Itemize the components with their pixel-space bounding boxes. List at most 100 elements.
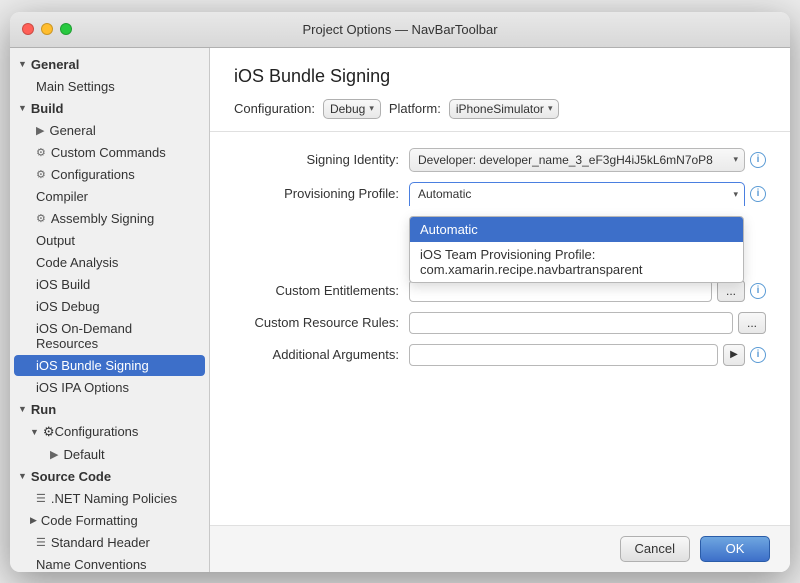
info-icon: i <box>757 154 760 165</box>
custom-resource-rules-input[interactable] <box>409 312 733 334</box>
run-configs-label: Configurations <box>55 424 139 439</box>
code-formatting-arrow: ▶ <box>30 515 37 526</box>
custom-entitlements-info-button[interactable]: i <box>750 283 766 299</box>
footer: Cancel OK <box>210 525 790 572</box>
custom-entitlements-label: Custom Entitlements: <box>234 283 409 298</box>
sidebar-item-custom-commands[interactable]: ⚙ Custom Commands <box>14 142 205 163</box>
platform-value: iPhoneSimulator <box>456 102 544 116</box>
main-panel: iOS Bundle Signing Configuration: Debug … <box>210 48 790 572</box>
run-configs-icon: ⚙ <box>43 424 55 440</box>
sidebar-run-configurations[interactable]: ▼ ⚙ Configurations <box>14 421 205 443</box>
cancel-button[interactable]: Cancel <box>620 536 690 562</box>
custom-resource-rules-row: Custom Resource Rules: ... <box>234 312 766 334</box>
ok-button[interactable]: OK <box>700 536 770 562</box>
provisioning-info-button[interactable]: i <box>750 186 766 202</box>
form-area: Signing Identity: Developer: developer_n… <box>210 132 790 525</box>
sidebar-item-main-settings[interactable]: Main Settings <box>14 76 205 97</box>
sidebar-run-default[interactable]: ▶ Default <box>14 444 205 465</box>
sidebar-item-ios-bundle-signing[interactable]: iOS Bundle Signing <box>14 355 205 376</box>
net-naming-icon: ☰ <box>36 492 46 505</box>
assembly-signing-icon: ⚙ <box>36 212 46 225</box>
sidebar-item-ios-debug[interactable]: iOS Debug <box>14 296 205 317</box>
custom-entitlements-control: ... i <box>409 280 766 302</box>
ios-debug-label: iOS Debug <box>36 299 100 314</box>
ios-on-demand-label: iOS On-Demand Resources <box>36 321 197 351</box>
minimize-button[interactable] <box>41 23 53 35</box>
output-label: Output <box>36 233 75 248</box>
custom-entitlements-browse-button[interactable]: ... <box>717 280 745 302</box>
sidebar-section-build[interactable]: ▼ Build <box>10 98 209 119</box>
additional-arguments-info-button[interactable]: i <box>750 347 766 363</box>
general-build-icon: ▶ <box>36 124 44 137</box>
main-window: Project Options — NavBarToolbar ▼ Genera… <box>10 12 790 572</box>
custom-commands-icon: ⚙ <box>36 146 46 159</box>
maximize-button[interactable] <box>60 23 72 35</box>
code-analysis-label: Code Analysis <box>36 255 118 270</box>
provisioning-profile-select[interactable]: Automatic ▾ <box>409 182 745 206</box>
sidebar-item-ios-build[interactable]: iOS Build <box>14 274 205 295</box>
additional-arguments-label: Additional Arguments: <box>234 347 409 362</box>
custom-resource-rules-browse-button[interactable]: ... <box>738 312 766 334</box>
net-naming-label: .NET Naming Policies <box>51 491 177 506</box>
sidebar-section-run[interactable]: ▼ Run <box>10 399 209 420</box>
sidebar-item-configurations[interactable]: ⚙ Configurations <box>14 164 205 185</box>
sidebar-code-formatting[interactable]: ▶ Code Formatting <box>14 510 205 531</box>
custom-resource-rules-control: ... <box>409 312 766 334</box>
sidebar-source-code-label: Source Code <box>31 469 111 484</box>
standard-header-label: Standard Header <box>51 535 150 550</box>
run-arrow: ▼ <box>18 404 27 414</box>
sidebar-item-general[interactable]: ▶ General <box>14 120 205 141</box>
provisioning-dropdown-overlay: Automatic iOS Team Provisioning Profile:… <box>409 216 744 283</box>
sidebar-section-source-code[interactable]: ▼ Source Code <box>10 466 209 487</box>
sidebar-standard-header[interactable]: ☰ Standard Header <box>14 532 205 553</box>
custom-entitlements-input[interactable] <box>409 280 712 302</box>
provisioning-selected-value: Automatic <box>418 187 471 201</box>
sidebar-item-assembly-signing[interactable]: ⚙ Assembly Signing <box>14 208 205 229</box>
sidebar: ▼ General Main Settings ▼ Build ▶ Genera… <box>10 48 210 572</box>
dropdown-item-ios-team[interactable]: iOS Team Provisioning Profile: com.xamar… <box>410 242 743 282</box>
signing-identity-row: Signing Identity: Developer: developer_n… <box>234 148 766 172</box>
play-icon: ▶ <box>730 349 738 360</box>
name-conventions-label: Name Conventions <box>36 557 147 572</box>
additional-arguments-control: ▶ i <box>409 344 766 366</box>
ios-build-label: iOS Build <box>36 277 90 292</box>
signing-identity-control: Developer: developer_name_3_eF3gH4iJ5kL6… <box>409 148 766 172</box>
config-value: Debug <box>330 102 365 116</box>
platform-chevron-icon: ▾ <box>548 103 553 114</box>
main-settings-label: Main Settings <box>36 79 115 94</box>
source-code-arrow: ▼ <box>18 471 27 481</box>
additional-arguments-input[interactable] <box>409 344 718 366</box>
window-title: Project Options — NavBarToolbar <box>302 22 497 37</box>
sidebar-item-output[interactable]: Output <box>14 230 205 251</box>
dropdown-item-automatic[interactable]: Automatic <box>410 217 743 242</box>
general-arrow: ▼ <box>18 59 27 69</box>
sidebar-build-label: Build <box>31 101 64 116</box>
config-dropdown[interactable]: Debug ▾ <box>323 99 381 119</box>
sidebar-item-compiler[interactable]: Compiler <box>14 186 205 207</box>
sidebar-run-label: Run <box>31 402 56 417</box>
signing-identity-select[interactable]: Developer: developer_name_3_eF3gH4iJ5kL6… <box>409 148 745 172</box>
sidebar-general-label: General <box>31 57 79 72</box>
page-title: iOS Bundle Signing <box>234 66 766 87</box>
ios-ipa-options-label: iOS IPA Options <box>36 380 129 395</box>
platform-dropdown[interactable]: iPhoneSimulator ▾ <box>449 99 560 119</box>
close-button[interactable] <box>22 23 34 35</box>
signing-identity-value: Developer: developer_name_3_eF3gH4iJ5kL6… <box>418 153 713 167</box>
content-area: ▼ General Main Settings ▼ Build ▶ Genera… <box>10 48 790 572</box>
sidebar-item-ios-on-demand[interactable]: iOS On-Demand Resources <box>14 318 205 354</box>
additional-info-icon: i <box>757 349 760 360</box>
signing-identity-label: Signing Identity: <box>234 152 409 167</box>
assembly-signing-label: Assembly Signing <box>51 211 154 226</box>
configurations-label: Configurations <box>51 167 135 182</box>
sidebar-item-ios-ipa-options[interactable]: iOS IPA Options <box>14 377 205 398</box>
provisioning-profile-control: Automatic ▾ i <box>409 182 766 206</box>
config-chevron-icon: ▾ <box>369 103 374 114</box>
sidebar-section-general[interactable]: ▼ General <box>10 54 209 75</box>
signing-identity-info-button[interactable]: i <box>750 152 766 168</box>
config-label: Configuration: <box>234 101 315 116</box>
sidebar-item-code-analysis[interactable]: Code Analysis <box>14 252 205 273</box>
additional-arguments-play-button[interactable]: ▶ <box>723 344 745 366</box>
sidebar-net-naming[interactable]: ☰ .NET Naming Policies <box>14 488 205 509</box>
titlebar: Project Options — NavBarToolbar <box>10 12 790 48</box>
sidebar-name-conventions[interactable]: Name Conventions <box>14 554 205 572</box>
